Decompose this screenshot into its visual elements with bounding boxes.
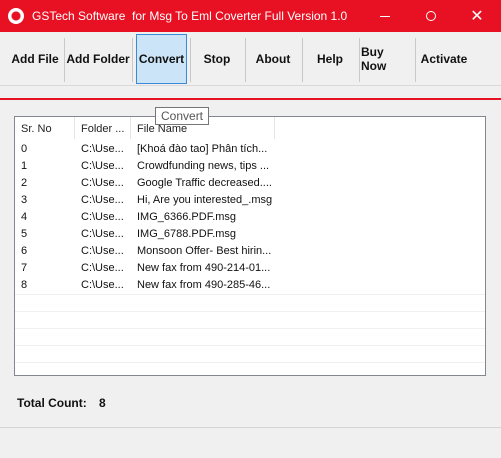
- toolbar-separator: [132, 38, 133, 82]
- cell-sr-no: 0: [21, 143, 28, 155]
- cell-folder: C:\Use...: [81, 245, 124, 257]
- maximize-icon: [426, 11, 436, 21]
- cell-sr-no: 2: [21, 177, 28, 189]
- toolbar: Add File Add Folder Convert Stop About H…: [0, 32, 501, 86]
- minimize-button[interactable]: [362, 0, 408, 32]
- close-button[interactable]: ✕: [454, 0, 500, 32]
- table-row[interactable]: 8 C:\Use... New fax from 490-285-46...: [15, 277, 485, 294]
- app-logo-icon: [8, 8, 24, 24]
- grid-line: [15, 294, 485, 295]
- table-row[interactable]: 5 C:\Use... IMG_6788.PDF.msg: [15, 226, 485, 243]
- cell-file-name: IMG_6788.PDF.msg: [137, 228, 237, 240]
- table-row[interactable]: 2 C:\Use... Google Traffic decreased....: [15, 175, 485, 192]
- cell-folder: C:\Use...: [81, 194, 124, 206]
- cell-file-name: Hi, Are you interested_.msg: [137, 194, 273, 206]
- table-row[interactable]: 7 C:\Use... New fax from 490-214-01...: [15, 260, 485, 277]
- file-list[interactable]: Sr. No Folder ... File Name 0 C:\Use... …: [14, 116, 486, 376]
- grid-line: [15, 311, 485, 312]
- column-header-folder[interactable]: Folder ...: [75, 117, 131, 139]
- convert-button[interactable]: Convert: [136, 34, 187, 84]
- table-row[interactable]: 6 C:\Use... Monsoon Offer- Best hirin...: [15, 243, 485, 260]
- grid-line: [15, 328, 485, 329]
- cell-folder: C:\Use...: [81, 228, 124, 240]
- convert-tooltip: Convert: [155, 107, 210, 125]
- cell-folder: C:\Use...: [81, 177, 124, 189]
- grid-line: [15, 345, 485, 346]
- cell-file-name: New fax from 490-285-46...: [137, 279, 271, 291]
- cell-file-name: IMG_6366.PDF.msg: [137, 211, 237, 223]
- buy-now-button[interactable]: Buy Now: [360, 34, 412, 84]
- about-button[interactable]: About: [246, 34, 300, 84]
- cell-file-name: New fax from 490-214-01...: [137, 262, 271, 274]
- cell-sr-no: 3: [21, 194, 28, 206]
- cell-file-name: [Khoá đào tao] Phân tích...: [137, 143, 268, 155]
- cell-file-name: Crowdfunding news, tips ...: [137, 160, 270, 172]
- cell-folder: C:\Use...: [81, 143, 124, 155]
- footer-divider: [0, 427, 501, 428]
- stop-button[interactable]: Stop: [191, 34, 243, 84]
- cell-sr-no: 4: [21, 211, 28, 223]
- title-bar: GSTech Software for Msg To Eml Coverter …: [0, 0, 501, 32]
- total-count-label: Total Count:: [17, 396, 87, 410]
- cell-file-name: Google Traffic decreased....: [137, 177, 272, 189]
- table-row[interactable]: 4 C:\Use... IMG_6366.PDF.msg: [15, 209, 485, 226]
- help-button[interactable]: Help: [303, 34, 357, 84]
- add-file-button[interactable]: Add File: [6, 34, 64, 84]
- grid-line: [15, 362, 485, 363]
- table-row[interactable]: 1 C:\Use... Crowdfunding news, tips ...: [15, 158, 485, 175]
- table-row[interactable]: 0 C:\Use... [Khoá đào tao] Phân tích...: [15, 141, 485, 158]
- accent-divider: [0, 98, 501, 100]
- window-title: GSTech Software for Msg To Eml Coverter …: [32, 9, 348, 23]
- cell-sr-no: 6: [21, 245, 28, 257]
- list-rows: 0 C:\Use... [Khoá đào tao] Phân tích... …: [15, 141, 485, 294]
- column-header-sr-no[interactable]: Sr. No: [15, 117, 75, 139]
- maximize-button[interactable]: [408, 0, 454, 32]
- minimize-icon: [380, 15, 390, 17]
- add-folder-button[interactable]: Add Folder: [65, 34, 131, 84]
- cell-sr-no: 5: [21, 228, 28, 240]
- cell-sr-no: 1: [21, 160, 28, 172]
- close-icon: ✕: [470, 8, 484, 25]
- cell-folder: C:\Use...: [81, 279, 124, 291]
- table-row[interactable]: 3 C:\Use... Hi, Are you interested_.msg: [15, 192, 485, 209]
- cell-folder: C:\Use...: [81, 160, 124, 172]
- list-header: Sr. No Folder ... File Name: [15, 117, 485, 139]
- cell-folder: C:\Use...: [81, 211, 124, 223]
- cell-sr-no: 7: [21, 262, 28, 274]
- cell-folder: C:\Use...: [81, 262, 124, 274]
- cell-sr-no: 8: [21, 279, 28, 291]
- cell-file-name: Monsoon Offer- Best hirin...: [137, 245, 272, 257]
- activate-button[interactable]: Activate: [416, 34, 472, 84]
- total-count-value: 8: [99, 396, 106, 410]
